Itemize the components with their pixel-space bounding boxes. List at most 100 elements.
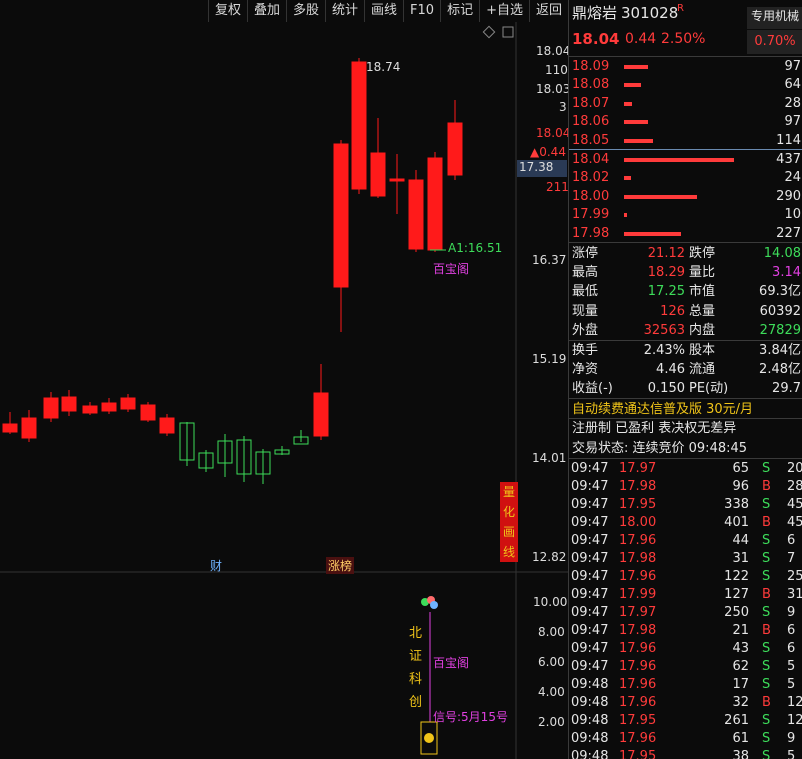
book-volume: 227 [776,225,801,241]
book-volume: 24 [784,170,801,186]
stat-value: 4.46 [656,362,685,377]
book-row[interactable]: 18.05 114 [569,132,802,150]
tick-price: 17.95 [619,713,657,728]
kline-chart[interactable] [0,22,568,759]
tick-side: S [762,605,771,620]
volume-bar [624,120,649,125]
book-row[interactable]: 18.06 97 [569,113,802,131]
book-row[interactable]: 17.99 10 [569,206,802,224]
tick-price: 17.96 [619,569,657,584]
tick-volume: 65 [732,461,749,476]
high-annotation: 18.74 [366,60,401,74]
tick-row: 09:47 17.96 122 S 25 [569,568,802,586]
book-row[interactable]: 18.08 64 [569,76,802,94]
tick-side: B [762,587,771,602]
toolbar-button[interactable]: 画线 [364,0,403,22]
tick-price: 17.96 [619,659,657,674]
book-row[interactable]: 18.00 290 [569,188,802,206]
tick-volume: 338 [724,497,749,512]
toolbar-button[interactable]: 统计 [325,0,364,22]
trade-status: 交易状态: 连续竞价 09:48:45 [569,440,802,458]
book-row[interactable]: 17.98 227 [569,225,802,243]
stat-label: 外盘 [572,322,599,338]
stat-value: 2.43% [643,343,685,358]
tick-time: 09:47 [571,605,609,620]
tick-count: 25 [787,569,802,584]
candle-body [159,417,175,434]
a1-annotation: A1:16.51 [448,241,503,255]
tick-row: 09:47 17.96 44 S 6 [569,532,802,550]
promo-link[interactable]: 自动续费通达信普及版 30元/月 [569,401,802,419]
toolbar-button[interactable]: +自选 [479,0,529,22]
tick-price: 17.96 [619,641,657,656]
baibaoge-label[interactable]: 百宝阁 [433,260,469,277]
stat-value: 14.08 [763,246,801,261]
divider [569,418,802,419]
book-price: 18.02 [572,170,610,186]
stat-row: 最高 18.29 量比 3.14 [569,264,802,282]
volume-bar [624,83,641,88]
lower-axis-2: 8.00 [538,625,565,639]
tick-side: S [762,461,771,476]
axis-label-3: 3 [559,100,567,114]
toolbar-button[interactable]: 标记 [440,0,479,22]
book-price: 18.05 [572,132,610,148]
window-icon[interactable] [502,26,514,38]
book-row[interactable]: 18.09 97 [569,58,802,76]
toolbar-button[interactable]: 返回 [528,0,568,22]
tick-price: 17.96 [619,695,657,710]
price-change: 0.44 [625,31,657,47]
stat-row: 最低 17.25 市值 69.3亿 [569,283,802,301]
toolbar-button[interactable]: F10 [403,0,440,22]
book-price: 18.07 [572,95,610,111]
book-row[interactable]: 18.04 437 [569,151,802,169]
stat-value: 32563 [643,322,685,338]
tick-count: 7 [787,551,796,566]
tick-count: 12 [787,713,802,728]
finance-marker[interactable]: 财 [210,557,222,574]
book-row[interactable]: 18.07 28 [569,95,802,113]
book-row[interactable]: 18.02 24 [569,169,802,187]
stat-value: 3.14 [772,265,801,281]
stat-row: 净资 4.46 流通 2.48亿 [569,361,802,379]
axis-label-change: ▲0.44 [530,145,566,159]
diamond-icon[interactable] [482,25,496,39]
axis-price-2: 18.03 [536,82,571,96]
book-volume: 28 [784,95,801,111]
tick-count: 45 [787,515,802,530]
tick-time: 09:47 [571,551,609,566]
axis-price-3: 16.37 [532,253,567,267]
tick-time: 09:47 [571,623,609,638]
toolbar-button[interactable]: 多股 [285,0,325,22]
tick-side: S [762,731,771,746]
stat-value: 27829 [759,322,801,338]
lower-baibaoge[interactable]: 百宝阁 [433,654,469,671]
tick-count: 20 [787,461,802,476]
stat-label: 总量 [689,303,716,319]
candle-body [82,405,98,414]
stat-label: 现量 [572,303,599,319]
tick-price: 17.99 [619,587,657,602]
stat-label: 流通 [689,362,716,377]
tick-price: 17.96 [619,677,657,692]
stock-header: 鼎熔岩 301028 R 专用机械 [569,3,802,29]
toolbar-button[interactable]: 复权 [207,0,247,22]
tick-count: 31 [787,587,802,602]
toolbar-button[interactable]: 叠加 [246,0,286,22]
zhangbang-marker[interactable]: 涨榜 [326,557,355,574]
tick-side: S [762,497,771,512]
tick-volume: 17 [732,677,749,692]
volume-bar [624,176,631,181]
tick-price: 17.97 [619,461,657,476]
reg-info: 注册制 已盈利 表决权无差异 [569,420,802,438]
tick-price: 17.96 [619,731,657,746]
industry-button[interactable]: 专用机械 [747,7,802,29]
tick-row: 09:47 17.98 21 B 6 [569,622,802,640]
balloon-icon [430,601,438,609]
tick-count: 12 [787,695,802,710]
quant-draw-button[interactable]: 量 化 画 线 [500,482,518,562]
axis-price-4: 15.19 [532,352,567,366]
reg-text: 注册制 已盈利 表决权无差异 [572,421,737,436]
stat-value: 3.84亿 [759,343,801,358]
stock-code: 301028 [621,4,679,22]
